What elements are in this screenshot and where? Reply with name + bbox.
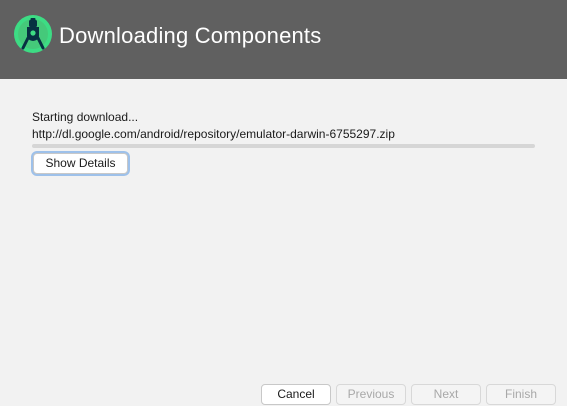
android-studio-logo-icon — [14, 15, 52, 53]
previous-button[interactable]: Previous — [336, 384, 406, 405]
download-url-text: http://dl.google.com/android/repository/… — [32, 127, 395, 141]
finish-button[interactable]: Finish — [486, 384, 556, 405]
dialog-title: Downloading Components — [59, 23, 322, 48]
download-progress-bar — [32, 144, 535, 148]
show-details-button[interactable]: Show Details — [33, 153, 128, 174]
cancel-button[interactable]: Cancel — [261, 384, 331, 405]
dialog-header: Downloading Components — [0, 0, 567, 79]
download-status-text: Starting download... — [32, 110, 139, 124]
next-button[interactable]: Next — [411, 384, 481, 405]
